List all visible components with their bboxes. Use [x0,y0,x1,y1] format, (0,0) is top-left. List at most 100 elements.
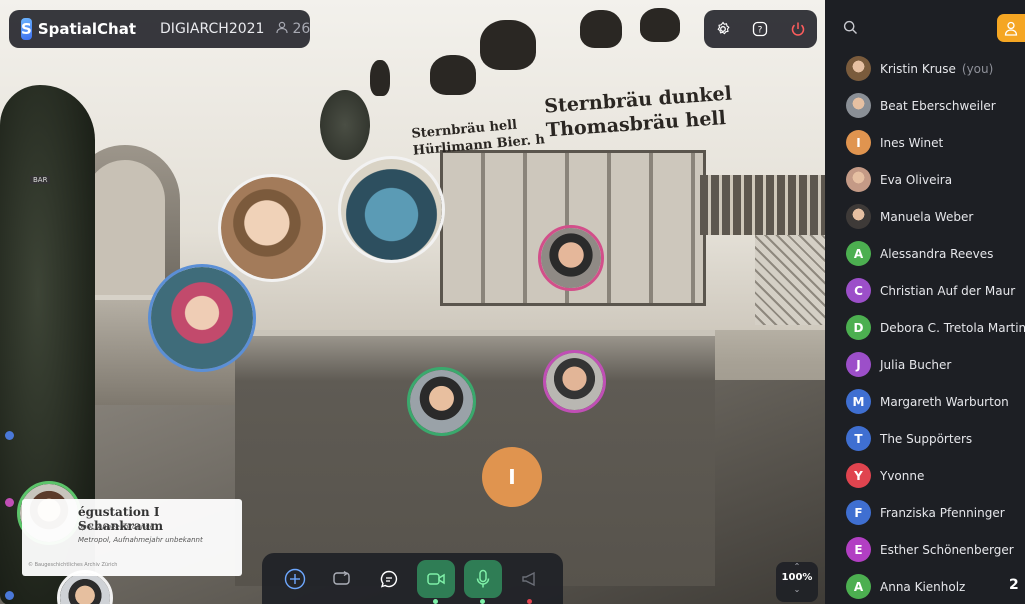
user-icon [1004,21,1018,36]
avatar-initial: T [854,431,863,446]
plus-circle-icon [284,568,306,589]
top-right-controls: ? [704,10,817,48]
offscreen-participant-indicator[interactable] [5,431,14,440]
participant-video-avatar[interactable] [148,264,256,372]
deer-trophy [580,10,622,48]
participant-video-avatar[interactable] [338,156,445,263]
avatar-initial: E [854,542,863,557]
participant-row[interactable]: Eva Oliveira [825,161,1025,198]
participant-photo-avatar [846,56,871,81]
microphone-icon [476,569,490,587]
participant-row[interactable]: I Ines Winet [825,124,1025,161]
app-name: SpatialChat [37,20,137,38]
chat-button[interactable] [370,560,408,598]
add-button[interactable] [276,560,314,598]
profile-button[interactable] [997,14,1025,42]
participant-video-avatar[interactable] [538,225,604,291]
spatialchat-logo-icon: S [21,18,32,40]
participant-row[interactable]: Y Yvonne [825,457,1025,494]
participant-row[interactable]: A Anna Kienholz [825,568,1025,604]
camera-icon [427,572,445,585]
avatar-initial: A [853,579,864,594]
participant-letter-avatar: C [846,278,871,303]
page-number: 2 [1009,577,1019,593]
room-stage[interactable]: Sternbräu dunkel Thomasbräu hell Sternbr… [0,0,825,604]
share-screen-button[interactable] [323,560,361,598]
avatar-initial: F [854,505,863,520]
glass-rack [755,235,825,325]
zoom-control[interactable]: ⌃ 100% ⌄ [776,562,818,602]
megaphone-button[interactable] [511,560,549,604]
participant-row[interactable]: Kristin Kruse (you) [825,50,1025,87]
horn-trophy [370,60,390,96]
participant-video-avatar[interactable] [407,367,476,436]
participant-letter-avatar: J [846,352,871,377]
settings-button[interactable] [710,16,736,42]
microphone-toggle-button[interactable] [464,559,502,604]
participant-photo-avatar [846,93,871,118]
avatar-initial: Y [854,468,863,483]
participant-letter-avatar: M [846,389,871,414]
participant-row[interactable]: A Alessandra Reeves [825,235,1025,272]
participant-name: Yvonne [880,468,925,483]
camera-status-dot [433,598,438,604]
participant-row[interactable]: Beat Eberschweiler [825,87,1025,124]
participant-name: The Suppörters [880,431,973,446]
participant-letter-avatar[interactable]: I [482,447,542,507]
participant-row[interactable]: F Franziska Pfenninger [825,494,1025,531]
megaphone-icon [522,571,535,586]
participant-row[interactable]: T The Suppörters [825,420,1025,457]
help-button[interactable]: ? [747,16,773,42]
participant-row[interactable]: J Julia Bucher [825,346,1025,383]
info-card-line: Metropol, Aufnahmejahr unbekannt [78,536,203,544]
participant-name: Christian Auf der Maur [880,283,1016,298]
participant-row[interactable]: M Margareth Warburton [825,383,1025,420]
participant-row[interactable]: Manuela Weber [825,198,1025,235]
participant-name: Beat Eberschweiler [880,98,996,113]
offscreen-participant-indicator[interactable] [5,498,14,507]
participant-video-avatar[interactable] [218,174,326,282]
participant-name: Ines Winet [880,135,944,150]
bottom-toolbar [262,553,563,604]
deer-trophy [640,8,680,42]
you-label: (you) [961,61,994,76]
participant-list: Kristin Kruse (you) Beat Eberschweiler I Ine… [825,50,1025,604]
participants-sidebar: Kristin Kruse (you) Beat Eberschweiler I Ine… [825,0,1025,604]
plant-top [320,90,370,160]
info-card[interactable]: égustation I Schankraum opol, Année inco… [22,499,242,576]
power-icon [791,22,805,36]
bar-counter [235,330,715,586]
participant-count: 26 [292,21,311,37]
info-card-line: opol, Année inconnue [78,523,155,531]
zoom-level: 100% [781,572,813,583]
avatar-initial: C [854,283,863,298]
participant-name: Franziska Pfenninger [880,505,1005,520]
deer-trophy [430,55,476,95]
gear-icon [717,21,730,35]
participant-name: Alessandra Reeves [880,246,994,261]
participant-row[interactable]: E Esther Schönenberger [825,531,1025,568]
participants-icon [276,21,289,38]
participant-name: Julia Bucher [880,357,952,372]
participant-name: Manuela Weber [880,209,974,224]
participant-row[interactable]: C Christian Auf der Maur [825,272,1025,309]
avatar-initial: I [508,465,516,489]
zoom-out-chevron-icon[interactable]: ⌄ [776,585,818,594]
avatar-initial: D [853,320,864,335]
zoom-in-chevron-icon[interactable]: ⌃ [776,562,818,571]
participant-name: Anna Kienholz [880,579,966,594]
search-button[interactable] [843,20,858,39]
participant-photo-avatar [846,167,871,192]
offscreen-participant-indicator[interactable] [5,591,14,600]
participant-letter-avatar: E [846,537,871,562]
participant-video-avatar[interactable] [543,350,606,413]
search-icon [843,20,857,34]
participant-letter-avatar: T [846,426,871,451]
camera-toggle-button[interactable] [417,559,455,604]
leave-button[interactable] [785,16,811,42]
participant-name: Debora C. Tretola Martinez [880,320,1025,335]
bar-sign: BAR [30,176,51,184]
participant-row[interactable]: D Debora C. Tretola Martinez [825,309,1025,346]
chat-bubble-icon [380,570,398,588]
space-name[interactable]: DIGIARCH2021 [160,21,264,37]
